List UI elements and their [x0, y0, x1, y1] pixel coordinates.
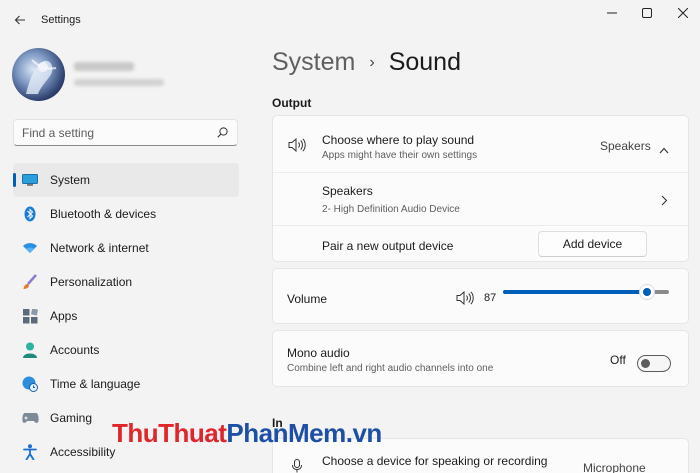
- choose-output-subtitle: Apps might have their own settings: [322, 150, 478, 161]
- breadcrumb-separator: ›: [369, 53, 375, 71]
- sidebar-item-label: Gaming: [50, 411, 93, 425]
- mono-audio-card: Mono audio Combine left and right audio …: [272, 330, 689, 387]
- mono-audio-subtitle: Combine left and right audio channels in…: [287, 363, 494, 374]
- close-button[interactable]: [668, 3, 698, 23]
- arrow-left-icon: [14, 15, 25, 25]
- sidebar-item-label: Network & internet: [50, 241, 149, 255]
- sidebar-item-label: Accessibility: [50, 445, 116, 459]
- volume-speaker-icon[interactable]: [456, 290, 474, 310]
- chevron-up-icon[interactable]: [659, 141, 669, 159]
- sidebar-item-label: Accounts: [50, 343, 100, 357]
- choose-output-title: Choose where to play sound: [322, 133, 475, 147]
- avatar-art: [26, 59, 57, 94]
- volume-card: Volume 87: [272, 268, 689, 324]
- watermark-part-1: ThuThuat: [112, 418, 227, 448]
- search-icon[interactable]: [215, 127, 229, 138]
- sidebar-item-label: System: [50, 173, 91, 187]
- mono-audio-title: Mono audio: [287, 346, 350, 360]
- choose-output-row[interactable]: Choose where to play sound Apps might ha…: [273, 116, 688, 172]
- search-input[interactable]: [22, 125, 215, 140]
- gamepad-icon: [21, 409, 39, 427]
- microphone-icon: [292, 459, 302, 473]
- volume-label: Volume: [287, 292, 328, 306]
- speakers-subtitle: 2- High Definition Audio Device: [322, 204, 460, 215]
- maximize-icon: [642, 8, 652, 18]
- search-box[interactable]: [13, 119, 238, 146]
- sidebar-item-label: Bluetooth & devices: [50, 207, 157, 221]
- volume-value: 87: [484, 292, 497, 304]
- volume-slider-fill: [503, 290, 648, 294]
- apps-icon: [21, 307, 39, 325]
- breadcrumb: System › Sound: [272, 48, 461, 77]
- back-button[interactable]: [8, 8, 32, 32]
- app-title: Settings: [41, 14, 81, 26]
- pair-device-label: Pair a new output device: [322, 239, 454, 253]
- sidebar-item-system[interactable]: System: [13, 163, 239, 197]
- speakers-title: Speakers: [322, 184, 373, 198]
- output-device-card: Choose where to play sound Apps might ha…: [272, 115, 689, 262]
- volume-slider-thumb[interactable]: [639, 284, 656, 300]
- globe-clock-icon: [21, 375, 39, 393]
- user-avatar[interactable]: [12, 48, 65, 101]
- choose-input-title: Choose a device for speaking or recordin…: [322, 454, 548, 468]
- speaker-icon: [288, 137, 306, 157]
- mono-audio-toggle[interactable]: [637, 355, 671, 372]
- bluetooth-icon: [21, 205, 39, 223]
- close-icon: [678, 8, 688, 18]
- sidebar-item-network[interactable]: Network & internet: [13, 231, 239, 265]
- brush-icon: [21, 273, 39, 291]
- watermark-part-2: PhanMem: [226, 418, 346, 448]
- output-section-title: Output: [272, 96, 312, 110]
- chevron-right-icon: [661, 193, 668, 211]
- sidebar-item-label: Personalization: [50, 275, 133, 289]
- maximize-button[interactable]: [632, 3, 662, 23]
- volume-slider[interactable]: [503, 284, 669, 300]
- sidebar-item-personalization[interactable]: Personalization: [13, 265, 239, 299]
- sidebar-item-time-language[interactable]: Time & language: [13, 367, 239, 401]
- user-name-blurred: [74, 62, 134, 71]
- breadcrumb-parent[interactable]: System: [272, 48, 355, 77]
- watermark-part-3: .vn: [345, 418, 383, 448]
- wifi-icon: [21, 239, 39, 257]
- mono-audio-state: Off: [610, 353, 626, 367]
- person-icon: [21, 341, 39, 359]
- minimize-button[interactable]: [597, 3, 627, 23]
- speakers-row[interactable]: Speakers 2- High Definition Audio Device: [273, 173, 688, 225]
- toggle-knob: [641, 359, 650, 368]
- volume-slider-thumb-dot: [643, 288, 652, 296]
- sidebar-item-apps[interactable]: Apps: [13, 299, 239, 333]
- choose-input-value: Microphone: [583, 461, 646, 473]
- page-title: Sound: [388, 48, 461, 76]
- watermark: ThuThuatPhanMem.vn: [112, 418, 382, 449]
- sidebar-item-label: Time & language: [50, 377, 141, 391]
- title-bar: Settings: [0, 0, 700, 40]
- choose-output-value: Speakers: [600, 139, 651, 153]
- sidebar-item-bluetooth[interactable]: Bluetooth & devices: [13, 197, 239, 231]
- add-device-button[interactable]: Add device: [538, 231, 647, 257]
- divider: [273, 225, 688, 226]
- minimize-icon: [607, 12, 617, 14]
- monitor-icon: [21, 171, 39, 189]
- user-email-blurred: [74, 79, 164, 86]
- accessibility-icon: [21, 443, 39, 461]
- sidebar-item-label: Apps: [50, 309, 78, 323]
- sidebar-item-accounts[interactable]: Accounts: [13, 333, 239, 367]
